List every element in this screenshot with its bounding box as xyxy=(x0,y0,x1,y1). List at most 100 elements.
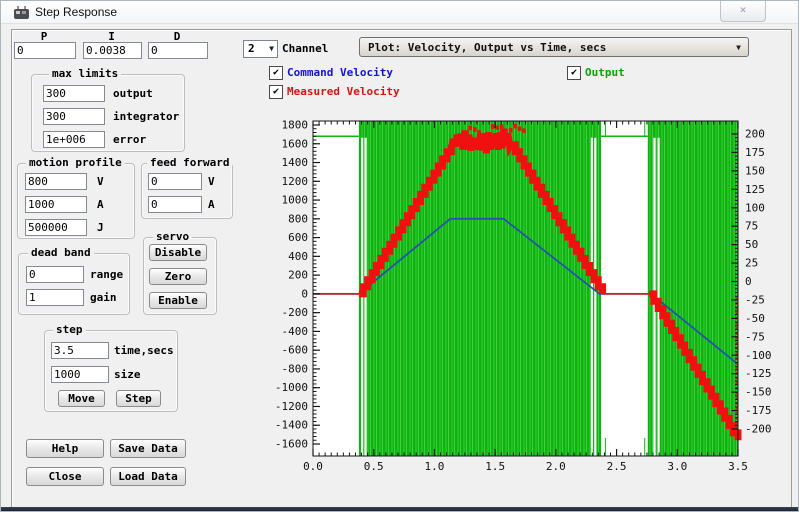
svg-text:175: 175 xyxy=(745,146,765,159)
svg-text:3.0: 3.0 xyxy=(667,460,687,473)
plot-type-value: Plot: Velocity, Output vs Time, secs xyxy=(368,41,607,54)
svg-text:-200: -200 xyxy=(282,306,309,319)
svg-text:1.0: 1.0 xyxy=(424,460,444,473)
close-window-button[interactable]: Close xyxy=(26,467,104,486)
svg-text:400: 400 xyxy=(288,250,308,263)
motion-a-input[interactable] xyxy=(25,196,87,213)
check-icon: ✔ xyxy=(272,67,280,78)
zero-button[interactable]: Zero xyxy=(149,268,207,285)
step-time-label: time,secs xyxy=(114,344,174,357)
svg-text:-175: -175 xyxy=(745,404,772,417)
move-button[interactable]: Move xyxy=(58,390,105,407)
svg-text:100: 100 xyxy=(745,201,765,214)
enable-button[interactable]: Enable xyxy=(149,292,207,309)
svg-text:-50: -50 xyxy=(745,312,765,325)
dead-band-title: dead band xyxy=(28,247,94,259)
save-data-button[interactable]: Save Data xyxy=(110,439,186,458)
range-input[interactable] xyxy=(26,266,84,283)
channel-select[interactable]: 2 ▼ xyxy=(243,40,278,58)
svg-text:0: 0 xyxy=(301,287,308,300)
svg-text:-1200: -1200 xyxy=(275,400,308,413)
svg-text:2.5: 2.5 xyxy=(607,460,627,473)
step-response-window: Step Response ✕ P I D 2 ▼ Channel Plot: … xyxy=(0,0,799,512)
channel-label: Channel xyxy=(282,42,329,55)
close-icon: ✕ xyxy=(739,3,747,16)
plot-type-select[interactable]: Plot: Velocity, Output vs Time, secs ▼ xyxy=(359,37,749,57)
svg-text:0.0: 0.0 xyxy=(303,460,323,473)
svg-text:-200: -200 xyxy=(745,423,772,436)
svg-text:-1000: -1000 xyxy=(275,381,308,394)
svg-text:600: 600 xyxy=(288,231,308,244)
svg-text:150: 150 xyxy=(745,164,765,177)
step-button[interactable]: Step xyxy=(116,390,161,407)
ff-v-label: V xyxy=(208,175,215,188)
svg-text:0: 0 xyxy=(745,275,752,288)
svg-text:3.5: 3.5 xyxy=(728,460,748,473)
svg-text:2.0: 2.0 xyxy=(546,460,566,473)
command-velocity-checkbox[interactable]: ✔ xyxy=(269,66,283,80)
max-error-input[interactable] xyxy=(43,131,105,148)
svg-text:25: 25 xyxy=(745,257,758,270)
svg-text:200: 200 xyxy=(288,269,308,282)
ff-v-input[interactable] xyxy=(148,173,202,190)
max-output-label: output xyxy=(113,87,153,100)
measured-velocity-checkbox[interactable]: ✔ xyxy=(269,85,283,99)
svg-text:-400: -400 xyxy=(282,325,309,338)
svg-text:0.5: 0.5 xyxy=(364,460,384,473)
gain-label: gain xyxy=(90,291,117,304)
step-response-plot: 0.0 0.5 1.0 1.5 2.0 2.5 3.0 3.5 1800 1600 1400 1200… xyxy=(275,119,772,474)
disable-button[interactable]: Disable xyxy=(149,244,207,261)
svg-text:-1600: -1600 xyxy=(275,438,308,451)
ff-a-label: A xyxy=(208,198,215,211)
check-icon: ✔ xyxy=(272,86,280,97)
output-label: Output xyxy=(585,66,625,79)
motion-v-input[interactable] xyxy=(25,173,87,190)
motion-profile-title: motion profile xyxy=(26,157,125,169)
svg-text:75: 75 xyxy=(745,220,758,233)
gain-input[interactable] xyxy=(26,289,84,306)
svg-text:800: 800 xyxy=(288,212,308,225)
svg-text:-1400: -1400 xyxy=(275,419,308,432)
output-checkbox[interactable]: ✔ xyxy=(567,66,581,80)
titlebar: Step Response ✕ xyxy=(1,1,798,24)
max-integrator-input[interactable] xyxy=(43,108,105,125)
svg-text:-800: -800 xyxy=(282,362,309,375)
svg-text:1000: 1000 xyxy=(282,194,309,207)
step-time-input[interactable] xyxy=(51,342,109,359)
feed-forward-title: feed forward xyxy=(147,157,233,169)
p-input[interactable] xyxy=(14,42,76,59)
range-label: range xyxy=(90,268,124,281)
svg-text:1.5: 1.5 xyxy=(485,460,505,473)
command-velocity-label: Command Velocity xyxy=(287,66,393,79)
svg-text:-100: -100 xyxy=(745,349,772,362)
plot-type-dropdown-icon: ▼ xyxy=(736,43,741,52)
check-icon: ✔ xyxy=(570,67,578,78)
svg-text:50: 50 xyxy=(745,238,758,251)
measured-velocity-label: Measured Velocity xyxy=(287,85,400,98)
channel-dropdown-icon: ▼ xyxy=(269,44,274,53)
svg-text:1200: 1200 xyxy=(282,175,309,188)
svg-text:-25: -25 xyxy=(745,293,765,306)
svg-text:200: 200 xyxy=(745,128,765,141)
motion-j-input[interactable] xyxy=(25,219,87,236)
servo-title: servo xyxy=(153,231,193,243)
motion-v-label: V xyxy=(97,175,104,188)
window-title: Step Response xyxy=(35,5,118,19)
load-data-button[interactable]: Load Data xyxy=(110,467,186,486)
step-title: step xyxy=(53,324,86,336)
max-integrator-label: integrator xyxy=(113,110,180,123)
svg-text:1600: 1600 xyxy=(282,137,309,150)
ff-a-input[interactable] xyxy=(148,196,202,213)
channel-value: 2 xyxy=(248,42,255,55)
max-output-input[interactable] xyxy=(43,85,105,102)
svg-text:-125: -125 xyxy=(745,367,772,380)
svg-text:-600: -600 xyxy=(282,344,309,357)
help-button[interactable]: Help xyxy=(26,439,104,458)
svg-text:125: 125 xyxy=(745,183,765,196)
d-input[interactable] xyxy=(148,42,208,59)
app-icon xyxy=(13,5,30,19)
window-bottom-edge xyxy=(1,507,798,511)
i-input[interactable] xyxy=(83,42,142,59)
step-size-input[interactable] xyxy=(51,366,109,383)
close-button[interactable]: ✕ xyxy=(720,1,766,22)
